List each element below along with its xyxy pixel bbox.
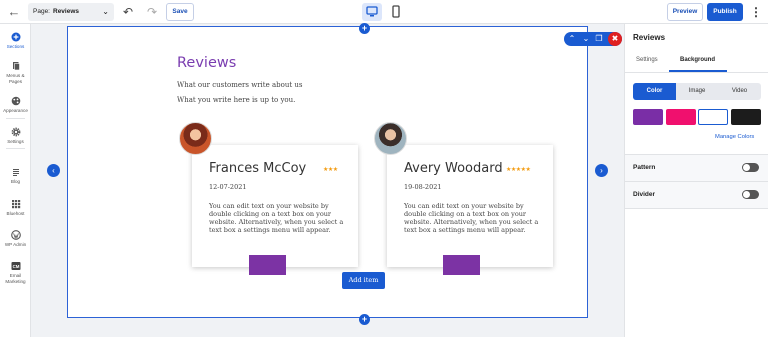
- section-subtitle-2[interactable]: What you write here is up to you.: [177, 96, 295, 104]
- pattern-label: Pattern: [633, 164, 656, 171]
- color-swatch-black[interactable]: [731, 109, 761, 125]
- sidebar-item-label: WP Admin: [4, 242, 27, 247]
- review-card-button[interactable]: [443, 255, 480, 275]
- publish-button[interactable]: Publish: [707, 3, 743, 21]
- review-card[interactable]: Frances McCoy ★★★ 12-07-2021 You can edi…: [192, 145, 358, 267]
- preview-button[interactable]: Preview: [667, 3, 703, 21]
- add-section-above-icon[interactable]: +: [359, 23, 370, 34]
- tabs-divider: [625, 72, 768, 73]
- color-swatch-white[interactable]: [698, 109, 728, 125]
- review-card[interactable]: Avery Woodard ★★★★★ 19-08-2021 You can e…: [387, 145, 553, 267]
- reviews-section[interactable]: + + ⌃ ⌄ ❐ ✖ Reviews What our customers w…: [67, 23, 622, 325]
- back-arrow-icon[interactable]: ←: [6, 4, 22, 20]
- grid-icon: [11, 200, 20, 209]
- save-button[interactable]: Save: [166, 3, 194, 21]
- pages-icon: [12, 62, 20, 71]
- top-toolbar: ← Page: Reviews ⌄ ↶ ↷ Save Preview Publis…: [0, 0, 768, 24]
- pattern-toggle[interactable]: [742, 163, 759, 172]
- bg-type-color[interactable]: Color: [633, 83, 676, 100]
- settings-panel: Reviews Settings Background Color Image …: [624, 24, 768, 337]
- reviewer-avatar[interactable]: [179, 122, 212, 155]
- divider-toggle[interactable]: [742, 190, 759, 199]
- sidebar-item-label: Settings: [7, 139, 24, 144]
- tab-background[interactable]: Background: [680, 57, 715, 63]
- sidebar-item-wp-admin[interactable]: WP Admin: [0, 230, 31, 248]
- add-section-below-icon[interactable]: +: [359, 314, 370, 325]
- section-subtitle[interactable]: What our customers write about us: [177, 81, 302, 89]
- page-selector-value: Reviews: [53, 8, 80, 15]
- undo-icon[interactable]: ↶: [120, 4, 136, 20]
- add-item-button[interactable]: Add item: [342, 272, 385, 289]
- rating-stars: ★★★★★: [506, 167, 531, 173]
- sidebar-item-settings[interactable]: Settings: [0, 127, 31, 145]
- rating-stars: ★★★: [323, 167, 338, 173]
- move-down-icon[interactable]: ⌄: [580, 32, 592, 46]
- gear-icon: [11, 127, 20, 137]
- chevron-right-icon[interactable]: ›: [595, 164, 608, 177]
- page-selector[interactable]: Page: Reviews ⌄: [28, 3, 114, 21]
- reviewer-avatar[interactable]: [374, 122, 407, 155]
- editor-canvas: ‹ › + + ⌃ ⌄ ❐ ✖ Reviews What our custome…: [31, 23, 624, 337]
- palette-icon: [11, 96, 20, 106]
- sidebar-item-email-marketing[interactable]: CM Email Marketing: [0, 261, 31, 284]
- panel-title: Reviews: [633, 33, 666, 42]
- left-sidebar: Sections Menus & Pages Appearance Settin…: [0, 24, 31, 337]
- section-toolbar: ⌃ ⌄ ❐ ✖: [564, 32, 622, 46]
- sidebar-item-sections[interactable]: Sections: [0, 32, 31, 50]
- chevron-down-icon: ⌄: [102, 7, 109, 16]
- review-text[interactable]: You can edit text on your website by dou…: [404, 202, 539, 234]
- sidebar-item-label: Appearance: [3, 108, 28, 113]
- move-up-icon[interactable]: ⌃: [566, 32, 578, 46]
- sidebar-item-label: Blog: [10, 179, 21, 184]
- reviewer-name[interactable]: Avery Woodard: [404, 161, 503, 176]
- sidebar-item-blog[interactable]: Blog: [0, 167, 31, 185]
- review-text[interactable]: You can edit text on your website by dou…: [209, 202, 344, 234]
- sidebar-item-label: Bluehost: [6, 211, 25, 216]
- review-card-button[interactable]: [249, 255, 286, 275]
- duplicate-icon[interactable]: ❐: [593, 32, 605, 46]
- sidebar-item-label: Menus & Pages: [6, 73, 25, 84]
- review-date[interactable]: 12-07-2021: [209, 183, 246, 191]
- sidebar-divider: [6, 118, 25, 119]
- divider-label: Divider: [633, 191, 656, 198]
- sidebar-item-menus-pages[interactable]: Menus & Pages: [0, 61, 31, 84]
- mobile-icon: [392, 5, 400, 18]
- cm-icon: CM: [11, 262, 20, 270]
- wordpress-icon: [10, 230, 21, 240]
- desktop-view-button[interactable]: [362, 3, 382, 21]
- sidebar-item-label: Email Marketing: [5, 273, 26, 284]
- sidebar-item-appearance[interactable]: Appearance: [0, 96, 31, 114]
- more-options-icon[interactable]: ⋮: [749, 4, 763, 20]
- page-selector-prefix: Page:: [33, 8, 50, 15]
- review-date[interactable]: 19-08-2021: [404, 183, 441, 191]
- section-heading[interactable]: Reviews: [177, 55, 236, 71]
- manage-colors-link[interactable]: Manage Colors: [715, 134, 754, 140]
- sidebar-divider: [6, 148, 25, 149]
- plus-circle-icon: [11, 32, 20, 42]
- bg-type-video[interactable]: Video: [718, 83, 761, 100]
- reviewer-name[interactable]: Frances McCoy: [209, 161, 306, 176]
- desktop-icon: [366, 6, 378, 17]
- panel-divider: [625, 208, 768, 209]
- color-swatch-pink[interactable]: [666, 109, 696, 125]
- blog-icon: [12, 169, 19, 176]
- svg-text:CM: CM: [12, 264, 19, 269]
- mobile-view-button[interactable]: [386, 3, 406, 21]
- bg-type-image[interactable]: Image: [676, 83, 718, 100]
- tab-settings[interactable]: Settings: [636, 57, 658, 63]
- sidebar-item-label: Sections: [6, 44, 25, 49]
- sidebar-item-bluehost[interactable]: Bluehost: [0, 199, 31, 217]
- color-swatch-purple[interactable]: [633, 109, 663, 125]
- chevron-left-icon[interactable]: ‹: [47, 164, 60, 177]
- delete-icon[interactable]: ✖: [608, 32, 622, 46]
- redo-icon[interactable]: ↷: [144, 4, 160, 20]
